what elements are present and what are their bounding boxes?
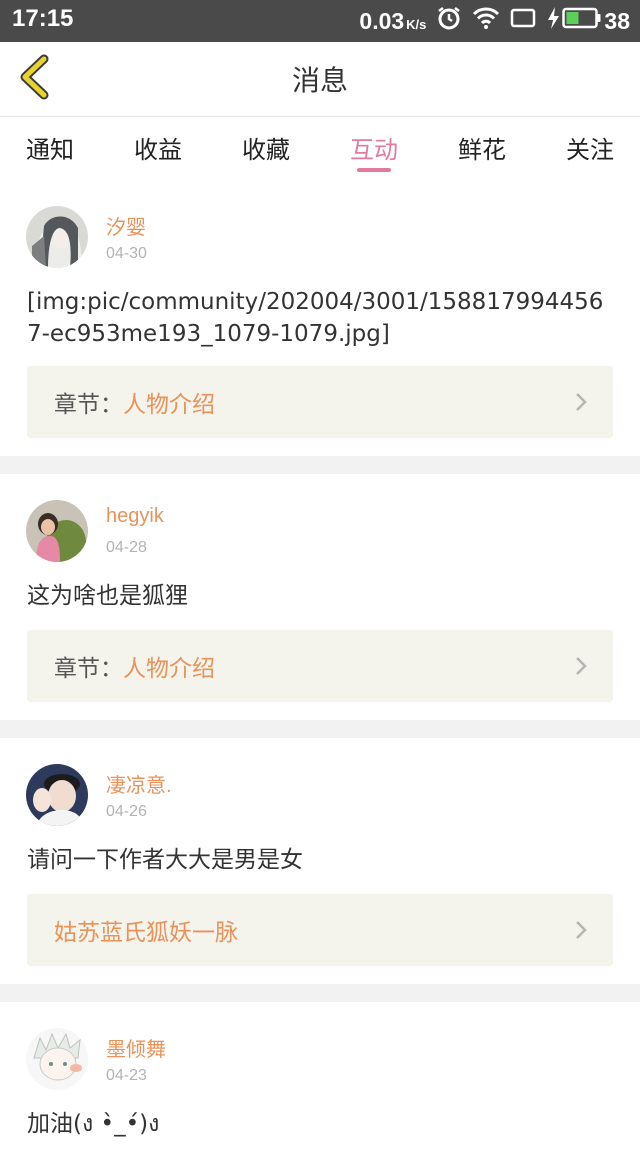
message-list: 汐婴 04-30 [img:pic/community/202004/3001/…: [0, 180, 640, 1162]
tab-label: 通知: [26, 135, 74, 164]
avatar[interactable]: [26, 764, 88, 826]
message-content: 加油(ง •̀_•́)ง: [27, 1111, 160, 1137]
tab-following[interactable]: 关注: [566, 117, 614, 177]
tab-flowers[interactable]: 鲜花: [458, 117, 506, 177]
chapter-name: 姑苏蓝氏狐妖一脉: [54, 920, 238, 946]
battery-icon: [562, 7, 602, 35]
tab-label: 鲜花: [458, 135, 506, 164]
username[interactable]: 墨倾舞: [106, 1033, 166, 1062]
status-right: 0.03 K/s 38: [359, 4, 630, 38]
message-card: 凄凉意. 04-26 请问一下作者大大是男是女 姑苏蓝氏狐妖一脉: [0, 738, 640, 984]
tab-favorites[interactable]: 收藏: [242, 117, 290, 177]
tab-earnings[interactable]: 收益: [134, 117, 182, 177]
message-date: 04-28: [106, 539, 147, 556]
divider: [0, 984, 640, 1002]
chapter-name: 人物介绍: [123, 656, 215, 682]
chevron-right-icon: [575, 920, 587, 944]
alarm-icon: [436, 5, 462, 37]
chapter-link[interactable]: 章节： 人物介绍: [27, 366, 613, 438]
status-time: 17:15: [12, 5, 74, 32]
chapter-link[interactable]: 章节： 人物介绍: [27, 630, 613, 702]
message-tabs: 通知 收益 收藏 互动 鲜花 关注: [0, 117, 640, 177]
message-content: [img:pic/community/202004/3001/158817994…: [27, 289, 604, 347]
message-card: hegyik 04-28 这为啥也是狐狸 章节： 人物介绍: [0, 474, 640, 720]
charging-icon: [546, 6, 560, 36]
message-date: 04-26: [106, 803, 147, 820]
screen-icon: [510, 7, 536, 35]
avatar[interactable]: [26, 1028, 88, 1090]
tab-label: 收益: [134, 135, 182, 164]
message-content: 请问一下作者大大是男是女: [27, 847, 303, 873]
status-bar: 17:15 0.03 K/s 38: [0, 0, 640, 42]
tab-label: 关注: [566, 135, 614, 164]
divider: [0, 456, 640, 474]
chapter-name: 人物介绍: [123, 392, 215, 418]
tab-interaction[interactable]: 互动: [350, 117, 398, 177]
avatar[interactable]: [26, 206, 88, 268]
chapter-link[interactable]: 姑苏蓝氏狐妖一脉: [27, 894, 613, 966]
username[interactable]: hegyik: [106, 505, 164, 528]
message-card: 汐婴 04-30 [img:pic/community/202004/3001/…: [0, 180, 640, 456]
network-speed-value: 0.03: [359, 7, 405, 34]
chapter-label: 章节：: [54, 656, 123, 682]
chevron-right-icon: [575, 392, 587, 416]
message-card: 墨倾舞 04-23 加油(ง •̀_•́)ง: [0, 1002, 640, 1162]
tab-notice[interactable]: 通知: [26, 117, 74, 177]
chapter-label: 章节：: [54, 392, 123, 418]
battery: 38: [546, 6, 630, 36]
network-speed-unit: K/s: [406, 16, 427, 32]
avatar[interactable]: [26, 500, 88, 562]
tab-label: 互动: [350, 135, 398, 164]
page-title: 消息: [291, 64, 348, 97]
chevron-right-icon: [575, 656, 587, 680]
message-date: 04-30: [106, 245, 147, 262]
active-tab-indicator: [357, 168, 391, 172]
battery-level: 38: [604, 7, 630, 34]
divider: [0, 720, 640, 738]
wifi-icon: [472, 6, 500, 36]
top-bar: 消息: [0, 42, 640, 117]
username[interactable]: 汐婴: [106, 211, 146, 240]
tab-label: 收藏: [242, 135, 290, 164]
message-content: 这为啥也是狐狸: [27, 583, 188, 609]
network-speed: 0.03 K/s: [359, 8, 426, 35]
username[interactable]: 凄凉意.: [106, 769, 172, 798]
message-date: 04-23: [106, 1067, 147, 1084]
